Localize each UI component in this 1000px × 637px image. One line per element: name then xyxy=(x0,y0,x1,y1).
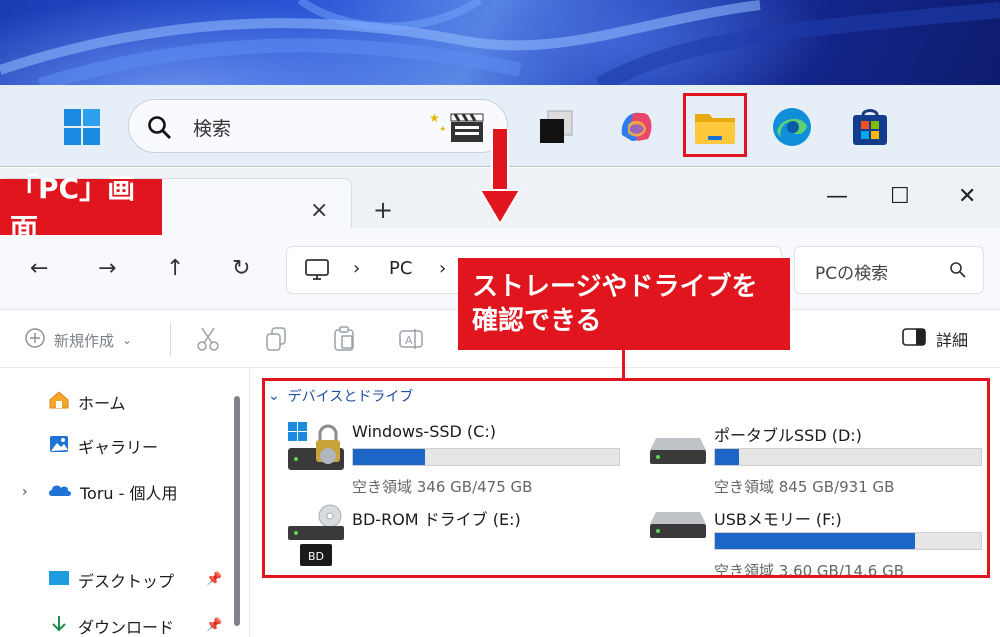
sidebar-item-label: デスクトップ xyxy=(78,572,175,591)
new-button[interactable]: 新規作成 ⌄ xyxy=(24,327,132,353)
desktop-icon xyxy=(48,569,70,591)
callout-connector xyxy=(622,350,625,380)
sidebar-item-label: ギャラリー xyxy=(78,438,159,457)
paste-icon[interactable] xyxy=(332,326,356,356)
callout-line-1: ストレージやドライブを xyxy=(472,272,758,302)
desktop-wallpaper xyxy=(0,0,1000,85)
search-icon xyxy=(147,115,173,145)
rename-icon[interactable]: A xyxy=(398,326,424,356)
store-icon[interactable] xyxy=(848,105,892,149)
maximize-icon[interactable]: ☐ xyxy=(890,184,910,209)
sidebar-scrollbar[interactable] xyxy=(234,396,240,626)
drives-highlight-frame xyxy=(262,378,990,578)
sidebar-item-downloads[interactable]: ダウンロード xyxy=(48,614,174,637)
start-icon[interactable] xyxy=(60,105,104,149)
callout-line-2: 確認できる xyxy=(472,306,602,336)
sidebar-item-onedrive[interactable]: Toru - 個人用 xyxy=(48,480,178,504)
sidebar-item-label: ダウンロード xyxy=(78,618,175,637)
taskbar-search-placeholder: 検索 xyxy=(193,118,232,140)
details-button[interactable]: 詳細 xyxy=(902,327,968,351)
refresh-icon[interactable]: ↻ xyxy=(232,256,250,281)
forward-icon[interactable]: → xyxy=(98,256,116,281)
search-input[interactable]: PCの検索 xyxy=(794,246,984,294)
callout-box: ストレージやドライブを 確認できる xyxy=(458,258,790,350)
copilot-icon[interactable] xyxy=(614,105,658,149)
task-view-icon[interactable] xyxy=(534,105,578,149)
breadcrumb-separator: › xyxy=(353,258,361,279)
svg-text:✦: ✦ xyxy=(439,125,447,135)
copy-icon[interactable] xyxy=(264,326,288,356)
sidebar-item-gallery[interactable]: ギャラリー xyxy=(48,434,158,458)
pc-monitor-icon xyxy=(305,259,329,285)
file-explorer-icon[interactable] xyxy=(693,105,737,149)
edge-icon[interactable] xyxy=(770,105,814,149)
close-icon[interactable]: ✕ xyxy=(958,184,976,209)
tab-close-icon[interactable]: × xyxy=(310,198,328,223)
sidebar-item-home[interactable]: ホーム xyxy=(48,390,126,414)
pin-icon[interactable]: 📌 xyxy=(206,572,222,587)
breadcrumb-separator[interactable]: › xyxy=(439,258,446,279)
svg-text:A: A xyxy=(405,334,413,347)
search-placeholder: PCの検索 xyxy=(815,264,889,284)
cut-icon[interactable] xyxy=(196,326,220,356)
sidebar-item-label: Toru - 個人用 xyxy=(80,484,178,503)
navigation-pane: ホーム ギャラリー › Toru - 個人用 デスクトップ 📌 ダウンロード 📌 xyxy=(0,368,250,637)
minimize-icon[interactable]: — xyxy=(826,184,848,209)
details-button-label: 詳細 xyxy=(936,331,969,350)
taskbar-search-box[interactable]: 検索 ★ ✦ xyxy=(128,99,508,153)
breadcrumb-pc[interactable]: PC xyxy=(389,258,412,279)
gallery-icon xyxy=(48,434,70,458)
new-tab-icon[interactable]: + xyxy=(373,196,393,224)
new-button-label: 新規作成 xyxy=(54,331,115,350)
plus-circle-icon xyxy=(24,327,46,353)
sidebar-item-desktop[interactable]: デスクトップ xyxy=(48,568,174,592)
search-icon xyxy=(949,261,967,283)
down-arrow-annotation xyxy=(478,128,522,226)
back-icon[interactable]: ← xyxy=(30,256,48,281)
pc-screen-label: 「PC」画面 xyxy=(0,172,162,245)
chevron-down-icon: ⌄ xyxy=(122,333,133,347)
svg-text:★: ★ xyxy=(429,111,440,125)
up-icon[interactable]: ↑ xyxy=(166,256,184,281)
sidebar-item-label: ホーム xyxy=(78,394,126,413)
details-pane-icon xyxy=(902,327,926,351)
divider xyxy=(170,322,171,356)
download-icon xyxy=(48,614,70,637)
pin-icon[interactable]: 📌 xyxy=(206,618,222,633)
home-icon xyxy=(48,390,70,414)
onedrive-icon xyxy=(48,482,72,502)
chevron-right-icon[interactable]: › xyxy=(22,484,28,500)
